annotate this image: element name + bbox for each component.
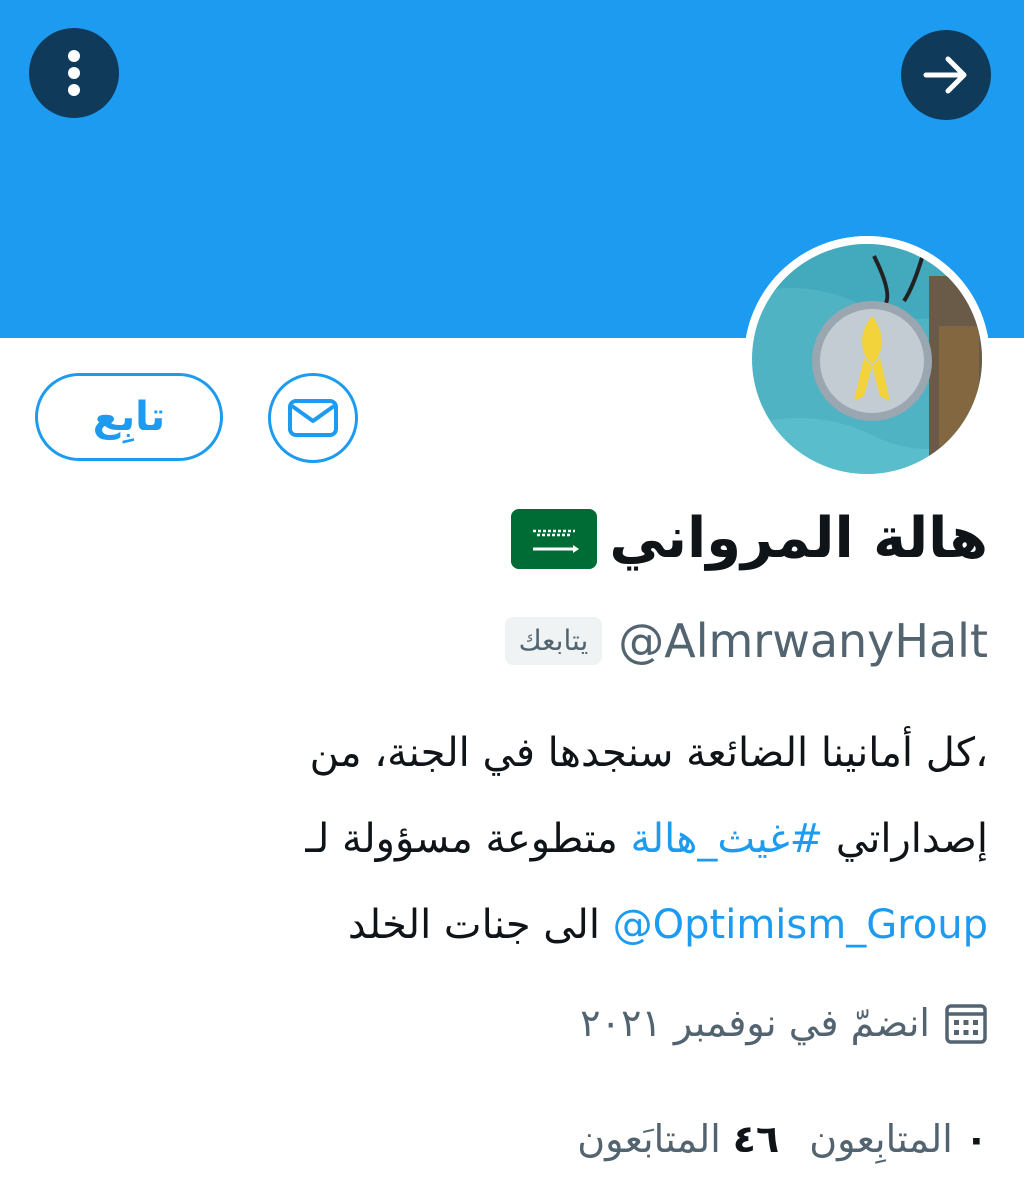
bio-text: إصداراتي — [835, 816, 988, 862]
bio-text: الى جنات الخلد — [347, 902, 600, 948]
bio-text: متطوعة مسؤولة لـ — [305, 816, 618, 862]
profile-bio: ،كل أمانينا الضائعة سنجدها في الجنة، من … — [208, 710, 988, 968]
joined-date-row: انضمّ في نوفمبر ٢٠٢١ — [580, 990, 988, 1056]
more-options-button[interactable] — [29, 28, 119, 118]
joined-date-text: انضمّ في نوفمبر ٢٠٢١ — [580, 1001, 930, 1045]
bio-line-1: ،كل أمانينا الضائعة سنجدها في الجنة، من — [309, 730, 988, 776]
avatar-image — [744, 236, 990, 482]
follow-stats: ٤٦ المتابَعون ٠ المتابِعون — [577, 1106, 988, 1172]
bio-line-3: @Optimism_Group الى جنات الخلد — [208, 882, 988, 968]
followers-stat[interactable]: ٠ المتابِعون — [809, 1117, 988, 1161]
follows-you-badge: يتابعك — [504, 617, 603, 665]
message-button[interactable] — [268, 373, 358, 463]
name-row: هالة المرواني — [511, 498, 988, 580]
hashtag-link[interactable]: #غيث_هالة — [630, 816, 823, 862]
forward-button[interactable] — [901, 30, 991, 120]
following-count: ٤٦ — [732, 1117, 780, 1161]
followers-label: المتابِعون — [809, 1117, 953, 1161]
user-handle: @AlmrwanyHalt — [618, 614, 988, 668]
saudi-flag-icon — [511, 509, 598, 569]
mail-icon — [288, 399, 338, 437]
followers-count: ٠ — [964, 1117, 988, 1161]
more-vertical-icon — [68, 50, 80, 96]
follow-button[interactable]: تابِع — [35, 373, 223, 461]
profile-avatar[interactable] — [744, 236, 990, 482]
display-name: هالة المرواني — [609, 506, 988, 571]
handle-row: @AlmrwanyHalt يتابعك — [504, 606, 988, 676]
following-label: المتابَعون — [577, 1117, 721, 1161]
following-stat[interactable]: ٤٦ المتابَعون — [577, 1117, 779, 1161]
arrow-right-icon — [923, 56, 967, 94]
follow-button-label: تابِع — [92, 394, 166, 440]
calendar-icon — [945, 1004, 987, 1044]
bio-line-2: إصداراتي #غيث_هالة متطوعة مسؤولة لـ — [208, 796, 988, 882]
mention-link[interactable]: @Optimism_Group — [613, 902, 988, 948]
